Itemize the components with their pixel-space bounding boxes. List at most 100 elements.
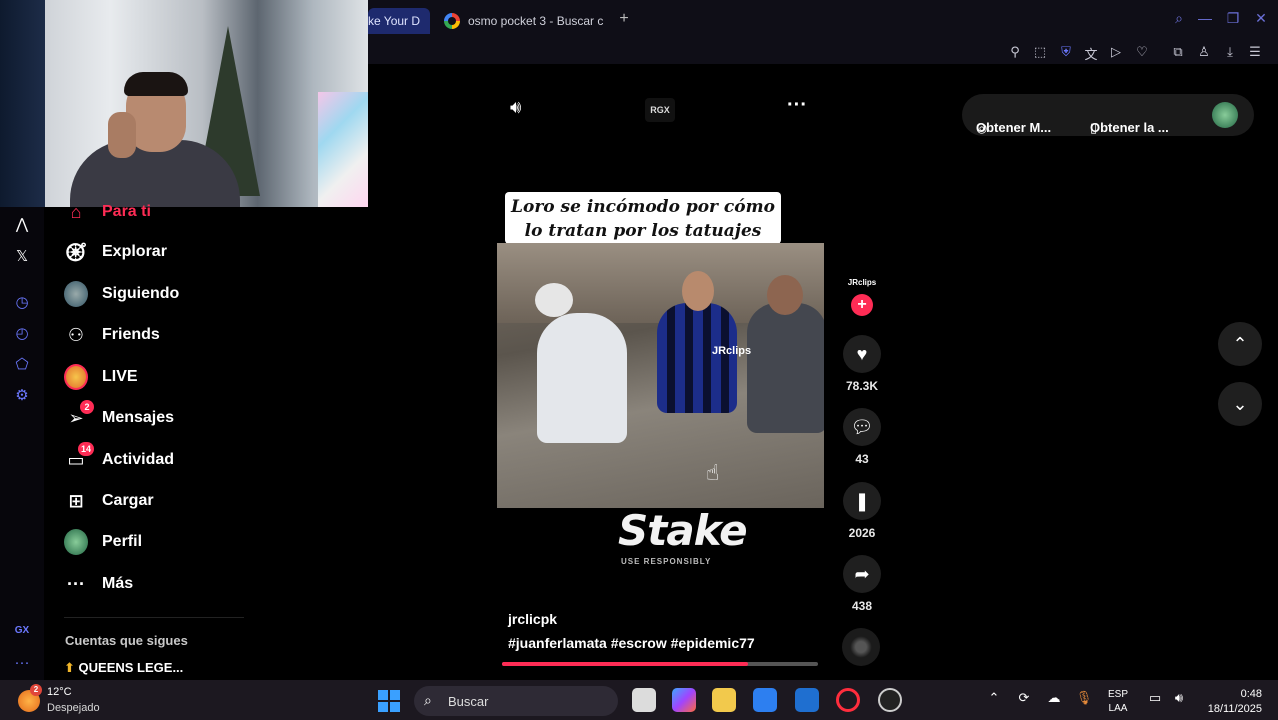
sync-icon[interactable]: ⟳ bbox=[1015, 690, 1033, 706]
stake-logo: Stake bbox=[618, 506, 748, 555]
store-icon[interactable] bbox=[753, 688, 777, 712]
download-icon[interactable]: ⤓ bbox=[1221, 44, 1239, 60]
monitor-icon[interactable]: ▭ bbox=[1146, 690, 1164, 706]
player-icon[interactable]: ◷ bbox=[0, 293, 44, 311]
new-tab-plus-icon[interactable]: + bbox=[614, 10, 634, 28]
opera-gx-icon[interactable] bbox=[836, 688, 860, 712]
tab-active[interactable]: ke Your D bbox=[368, 8, 430, 34]
video-person-right bbox=[747, 303, 824, 433]
speaker-icon[interactable]: 🔊︎ bbox=[1170, 690, 1188, 706]
like-action[interactable]: ♥ 78.3K bbox=[842, 335, 882, 393]
sidebar-item-cargar[interactable]: ⊞ Cargar bbox=[64, 486, 153, 516]
following-header: Cuentas que sigues bbox=[65, 633, 188, 648]
sidebar-item-friends[interactable]: ⚇ Friends bbox=[64, 320, 160, 350]
language-indicator[interactable]: ESP LAA bbox=[1108, 688, 1128, 716]
video-watermark: JRclips bbox=[712, 345, 752, 357]
video-person-right-head bbox=[767, 275, 803, 315]
shield-icon[interactable]: ⛨ bbox=[1057, 44, 1075, 60]
sidebar-item-siguiendo[interactable]: Siguiendo bbox=[64, 279, 179, 309]
profile-icon[interactable]: ♙ bbox=[1195, 44, 1213, 60]
x-icon[interactable]: 𝕏 bbox=[0, 247, 44, 265]
chevron-up-icon[interactable]: ⌃ bbox=[1218, 322, 1262, 366]
gx-icon[interactable]: GX bbox=[0, 625, 44, 636]
task-view-icon[interactable] bbox=[632, 688, 656, 712]
get-app-pill: ◎ Obtener M... ▯ Obtener la ... bbox=[962, 94, 1254, 136]
sidebar-item-mas[interactable]: ··· Más bbox=[64, 569, 133, 599]
video-person-center-head bbox=[682, 271, 714, 311]
comment-action[interactable]: 💬︎ 43 bbox=[842, 408, 882, 466]
system-clock[interactable]: 0:48 18/11/2025 bbox=[1196, 687, 1262, 717]
cloud-icon[interactable]: ☁ bbox=[1045, 690, 1063, 706]
video-author[interactable]: jrclicpk bbox=[508, 611, 557, 627]
browser-sidebar-strip: ⋀ 𝕏 ◷ ◴ ⬠ ⚙ GX ··· bbox=[0, 207, 44, 680]
chevron-up-tray-icon[interactable]: ⌃ bbox=[985, 690, 1003, 706]
pin-icon[interactable]: ⚲ bbox=[1006, 44, 1024, 60]
heart-icon[interactable]: ♡ bbox=[1133, 44, 1151, 60]
following-account-item[interactable]: ⬆ QUEENS LEGE... bbox=[64, 660, 183, 676]
menu-icon[interactable]: ☰ bbox=[1246, 44, 1264, 60]
screenshot-icon[interactable]: ⬚ bbox=[1031, 44, 1049, 60]
app-icon[interactable] bbox=[878, 688, 902, 712]
weather-badge: 2 bbox=[30, 684, 42, 696]
outlook-icon[interactable] bbox=[795, 688, 819, 712]
follow-plus-button[interactable]: + bbox=[851, 294, 873, 316]
upload-icon: ⊞ bbox=[68, 490, 84, 511]
save-count: 2026 bbox=[848, 526, 876, 540]
activity-badge: 14 bbox=[77, 442, 94, 456]
avatar bbox=[64, 529, 88, 555]
chevron-down-icon[interactable]: ⌄ bbox=[1218, 382, 1262, 426]
microphone-icon[interactable]: 🎙︎ bbox=[1075, 690, 1093, 706]
share-action[interactable]: ➦ 438 bbox=[842, 555, 882, 613]
tiktok-sidebar: ⌂ Para ti 🧭︎ Explorar Siguiendo ⚇ Friend… bbox=[44, 202, 248, 680]
taskbar-search-input[interactable]: ⌕ Buscar bbox=[414, 686, 618, 716]
sidebar-item-perfil[interactable]: Perfil bbox=[64, 527, 142, 557]
sidebar-item-para-ti[interactable]: ⌂ Para ti bbox=[64, 197, 151, 227]
tab-osmo-search[interactable]: osmo pocket 3 - Buscar c bbox=[434, 8, 614, 34]
comment-icon[interactable]: 💬︎ bbox=[843, 408, 881, 446]
volume-icon[interactable]: 🔊︎ bbox=[510, 97, 521, 118]
holographic-light bbox=[318, 92, 368, 207]
video-frame[interactable]: JRclips bbox=[497, 243, 824, 508]
sidebar-item-explorar[interactable]: 🧭︎ Explorar bbox=[64, 237, 167, 267]
close-icon[interactable]: ✕ bbox=[1250, 10, 1272, 27]
file-explorer-icon[interactable] bbox=[712, 688, 736, 712]
video-progress-bar[interactable] bbox=[502, 662, 818, 666]
save-action[interactable]: ❚ 2026 bbox=[842, 482, 882, 540]
sidebar-item-mensajes[interactable]: ➢ 2 Mensajes bbox=[64, 400, 174, 433]
sidebar-item-live[interactable]: LIVE bbox=[64, 362, 138, 392]
video-person-left bbox=[537, 313, 627, 443]
minimize-icon[interactable]: — bbox=[1194, 10, 1216, 26]
mouse-pointer-icon: ☝︎ bbox=[706, 460, 720, 485]
compass-icon: 🧭︎ bbox=[64, 241, 88, 262]
copilot-icon[interactable] bbox=[672, 688, 696, 712]
arc-icon[interactable]: ⋀ bbox=[0, 215, 44, 233]
search-icon[interactable]: ⌕ bbox=[1168, 10, 1190, 27]
share-icon[interactable]: ➦ bbox=[843, 555, 881, 593]
extensions-icon[interactable]: ⧉ bbox=[1169, 44, 1187, 60]
windows-start-icon[interactable] bbox=[378, 690, 400, 712]
video-hashtags[interactable]: #juanferlamata #escrow #epidemic77 bbox=[508, 635, 755, 651]
user-avatar[interactable] bbox=[1212, 102, 1238, 128]
translate-icon[interactable]: 文 bbox=[1082, 44, 1100, 63]
messages-badge: 2 bbox=[80, 400, 94, 414]
sidebar-item-actividad[interactable]: ▭ 14 Actividad bbox=[64, 442, 174, 475]
more-options-icon[interactable]: ··· bbox=[787, 94, 807, 117]
webcam-curtain bbox=[0, 0, 45, 207]
history-icon[interactable]: ◴ bbox=[0, 324, 44, 342]
live-avatar bbox=[64, 364, 88, 390]
extensions-icon[interactable]: ⬠ bbox=[0, 355, 44, 373]
maximize-icon[interactable]: ❐ bbox=[1222, 10, 1244, 27]
play-icon[interactable]: ▷ bbox=[1107, 44, 1125, 60]
stake-subtitle: USE RESPONSIBLY bbox=[621, 557, 712, 566]
more-dots-icon[interactable]: ··· bbox=[0, 654, 44, 671]
music-disc-icon[interactable] bbox=[842, 628, 880, 666]
bookmark-icon[interactable]: ❚ bbox=[843, 482, 881, 520]
video-person-left-head bbox=[535, 283, 573, 317]
search-icon: ⌕ bbox=[424, 692, 432, 708]
inbox-icon: ▭ 14 bbox=[64, 442, 94, 472]
video-person-center bbox=[657, 303, 737, 413]
settings-gear-icon[interactable]: ⚙ bbox=[0, 386, 44, 404]
rgx-button[interactable]: RGX bbox=[645, 98, 675, 122]
heart-icon[interactable]: ♥ bbox=[843, 335, 881, 373]
webcam-person-hand bbox=[108, 112, 136, 158]
